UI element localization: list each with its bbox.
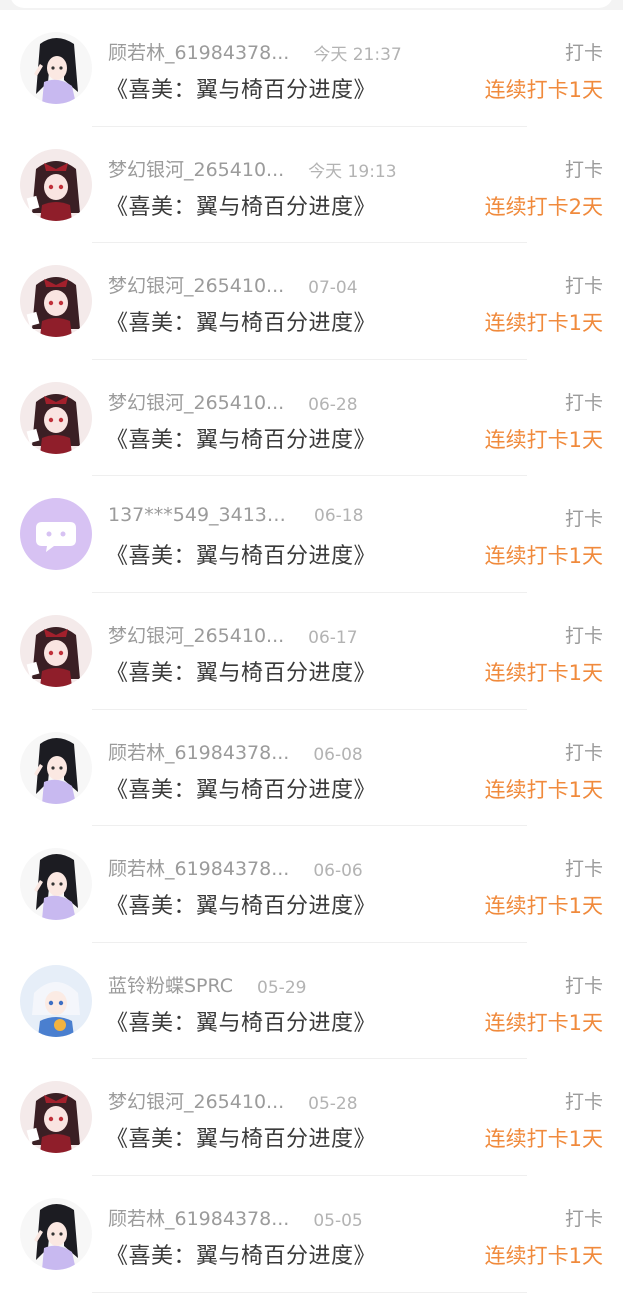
list-item[interactable]: 梦幻银河_265410... 今天 19:13 《喜美：翼与椅百分进度》 打卡 连… bbox=[0, 127, 623, 244]
book-title[interactable]: 《喜美：翼与椅百分进度》 bbox=[106, 655, 376, 687]
username[interactable]: 梦幻银河_265410... bbox=[108, 155, 284, 182]
avatar[interactable] bbox=[20, 964, 92, 1037]
avatar[interactable] bbox=[20, 614, 92, 687]
avatar[interactable] bbox=[20, 265, 92, 338]
book-title[interactable]: 《喜美：翼与椅百分进度》 bbox=[106, 305, 376, 337]
username[interactable]: 梦幻银河_265410... bbox=[108, 621, 284, 648]
streak-label: 连续打卡1天 bbox=[484, 311, 603, 336]
timestamp: 今天 19:13 bbox=[308, 161, 397, 182]
avatar[interactable] bbox=[20, 381, 92, 454]
item-meta: 顾若林_61984378... 05-05 bbox=[108, 1204, 363, 1231]
book-title[interactable]: 《喜美：翼与椅百分进度》 bbox=[106, 422, 376, 454]
action-label: 打卡 bbox=[564, 158, 603, 181]
action-label: 打卡 bbox=[564, 391, 603, 414]
timestamp: 07-04 bbox=[308, 278, 358, 299]
divider bbox=[92, 1291, 527, 1293]
timestamp: 06-08 bbox=[313, 744, 363, 765]
username[interactable]: 梦幻银河_265410... bbox=[108, 1087, 284, 1114]
avatar[interactable] bbox=[20, 731, 92, 804]
book-title[interactable]: 《喜美：翼与椅百分进度》 bbox=[106, 538, 376, 570]
action-label: 打卡 bbox=[564, 1091, 603, 1114]
timestamp: 06-28 bbox=[308, 394, 358, 415]
action-label: 打卡 bbox=[564, 858, 603, 881]
username[interactable]: 梦幻银河_265410... bbox=[108, 388, 284, 415]
username[interactable]: 顾若林_61984378... bbox=[108, 738, 289, 765]
checkin-list: 顾若林_61984378... 今天 21:37 《喜美：翼与椅百分进度》 打卡 … bbox=[0, 10, 623, 1293]
action-label: 打卡 bbox=[564, 741, 603, 764]
username[interactable]: 蓝铃粉蝶SPRC bbox=[108, 971, 233, 998]
list-item[interactable]: 顾若林_61984378... 05-05 《喜美：翼与椅百分进度》 打卡 连续打… bbox=[0, 1176, 623, 1293]
list-item[interactable]: 梦幻银河_265410... 06-17 《喜美：翼与椅百分进度》 打卡 连续打卡… bbox=[0, 593, 623, 710]
book-title[interactable]: 《喜美：翼与椅百分进度》 bbox=[106, 772, 376, 804]
list-item[interactable]: 顾若林_61984378... 06-08 《喜美：翼与椅百分进度》 打卡 连续打… bbox=[0, 710, 623, 827]
avatar[interactable] bbox=[20, 1197, 92, 1270]
list-item[interactable]: 蓝铃粉蝶SPRC 05-29 《喜美：翼与椅百分进度》 打卡 连续打卡1天 bbox=[0, 943, 623, 1060]
streak-label: 连续打卡1天 bbox=[484, 427, 603, 452]
streak-label: 连续打卡1天 bbox=[484, 1010, 603, 1035]
list-item[interactable]: 顾若林_61984378... 06-06 《喜美：翼与椅百分进度》 打卡 连续打… bbox=[0, 826, 623, 943]
item-meta: 蓝铃粉蝶SPRC 05-29 bbox=[108, 971, 306, 998]
book-title[interactable]: 《喜美：翼与椅百分进度》 bbox=[106, 888, 376, 920]
top-card-edge bbox=[10, 0, 613, 8]
streak-label: 连续打卡1天 bbox=[484, 78, 603, 102]
timestamp: 06-17 bbox=[308, 627, 358, 648]
streak-label: 连续打卡1天 bbox=[484, 660, 603, 685]
timestamp: 05-28 bbox=[308, 1094, 358, 1115]
item-meta: 顾若林_61984378... 06-06 bbox=[108, 854, 363, 881]
item-meta: 梦幻银河_265410... 07-04 bbox=[108, 271, 358, 298]
list-item[interactable]: 梦幻银河_265410... 07-04 《喜美：翼与椅百分进度》 打卡 连续打卡… bbox=[0, 243, 623, 360]
streak-label: 连续打卡1天 bbox=[484, 1127, 603, 1152]
avatar[interactable] bbox=[20, 1081, 92, 1154]
action-label: 打卡 bbox=[564, 508, 603, 531]
item-meta: 137***549_34138... 06-18 bbox=[108, 504, 363, 526]
username[interactable]: 顾若林_61984378... bbox=[108, 1204, 289, 1231]
action-label: 打卡 bbox=[564, 1207, 603, 1230]
username[interactable]: 顾若林_61984378... bbox=[108, 854, 289, 881]
username[interactable]: 137***549_34138... bbox=[108, 504, 290, 526]
list-item[interactable]: 梦幻银河_265410... 06-28 《喜美：翼与椅百分进度》 打卡 连续打卡… bbox=[0, 360, 623, 477]
item-meta: 梦幻银河_265410... 今天 19:13 bbox=[108, 155, 397, 182]
action-label: 打卡 bbox=[564, 624, 603, 647]
book-title[interactable]: 《喜美：翼与椅百分进度》 bbox=[106, 72, 376, 104]
avatar[interactable] bbox=[20, 148, 92, 221]
timestamp: 今天 21:37 bbox=[313, 45, 402, 65]
list-item[interactable]: 137***549_34138... 06-18 《喜美：翼与椅百分进度》 打卡 … bbox=[0, 476, 623, 593]
timestamp: 05-05 bbox=[313, 1210, 363, 1231]
item-meta: 梦幻银河_265410... 06-28 bbox=[108, 388, 358, 415]
streak-label: 连续打卡1天 bbox=[484, 894, 603, 919]
item-meta: 顾若林_61984378... 06-08 bbox=[108, 738, 363, 765]
streak-label: 连续打卡1天 bbox=[484, 544, 603, 569]
action-label: 打卡 bbox=[564, 275, 603, 298]
timestamp: 06-06 bbox=[313, 861, 363, 882]
streak-label: 连续打卡1天 bbox=[484, 777, 603, 802]
username[interactable]: 梦幻银河_265410... bbox=[108, 271, 284, 298]
timestamp: 05-29 bbox=[257, 977, 307, 998]
timestamp: 06-18 bbox=[314, 506, 364, 527]
avatar[interactable] bbox=[20, 498, 92, 571]
username[interactable]: 顾若林_61984378... bbox=[108, 38, 289, 65]
book-title[interactable]: 《喜美：翼与椅百分进度》 bbox=[106, 189, 376, 221]
book-title[interactable]: 《喜美：翼与椅百分进度》 bbox=[106, 1238, 376, 1270]
action-label: 打卡 bbox=[564, 974, 603, 997]
item-meta: 顾若林_61984378... 今天 21:37 bbox=[108, 38, 402, 65]
avatar[interactable] bbox=[20, 848, 92, 921]
item-meta: 梦幻银河_265410... 05-28 bbox=[108, 1087, 358, 1114]
list-item[interactable]: 顾若林_61984378... 今天 21:37 《喜美：翼与椅百分进度》 打卡 … bbox=[0, 10, 623, 127]
avatar[interactable] bbox=[20, 32, 92, 104]
action-label: 打卡 bbox=[564, 42, 603, 64]
list-item[interactable]: 梦幻银河_265410... 05-28 《喜美：翼与椅百分进度》 打卡 连续打卡… bbox=[0, 1059, 623, 1176]
book-title[interactable]: 《喜美：翼与椅百分进度》 bbox=[106, 1121, 376, 1153]
streak-label: 连续打卡2天 bbox=[484, 194, 603, 219]
book-title[interactable]: 《喜美：翼与椅百分进度》 bbox=[106, 1005, 376, 1037]
item-meta: 梦幻银河_265410... 06-17 bbox=[108, 621, 358, 648]
streak-label: 连续打卡1天 bbox=[484, 1243, 603, 1268]
